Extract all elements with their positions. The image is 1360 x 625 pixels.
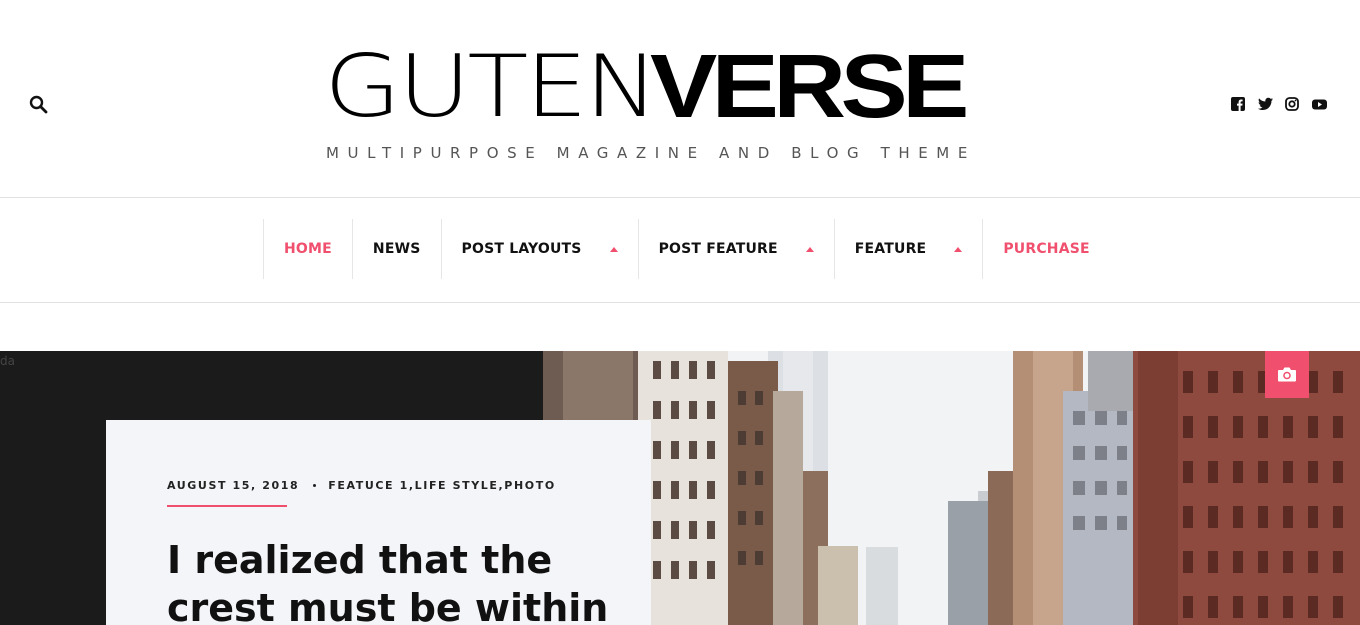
- nav-item-home[interactable]: HOME: [263, 219, 352, 279]
- site-logo[interactable]: GUTEN VERSE MULTIPURPOSE MAGAZINE AND BL…: [324, 37, 976, 166]
- logo-tagline: MULTIPURPOSE MAGAZINE AND BLOG THEME: [326, 144, 976, 162]
- instagram-icon[interactable]: [1285, 97, 1299, 111]
- nav-item-label: PURCHASE: [1003, 241, 1090, 257]
- nav-item-label: NEWS: [372, 241, 421, 257]
- social-links: [1231, 97, 1327, 111]
- post-title[interactable]: I realized that the crest must be within: [167, 536, 627, 625]
- post-date[interactable]: AUGUST 15, 2018: [167, 479, 299, 492]
- nav-menu: HOME NEWS POST LAYOUTS POST FEATURE FEAT…: [263, 219, 1110, 279]
- logo-word-bold: VERSE: [649, 37, 969, 137]
- nav-item-label: POST LAYOUTS: [461, 241, 582, 257]
- search-icon[interactable]: [28, 94, 50, 116]
- featured-post-card: AUGUST 15, 2018 FEATUCE 1,LIFE STYLE,PHO…: [106, 420, 651, 625]
- meta-underline: [167, 505, 287, 507]
- nav-item-news[interactable]: NEWS: [351, 219, 441, 279]
- youtube-icon[interactable]: [1312, 97, 1327, 111]
- post-meta: AUGUST 15, 2018 FEATUCE 1,LIFE STYLE,PHO…: [167, 479, 556, 492]
- nav-item-label: HOME: [284, 241, 332, 257]
- nav-item-purchase[interactable]: PURCHASE: [982, 219, 1109, 279]
- nav-item-feature[interactable]: FEATURE: [833, 219, 983, 279]
- nav-item-label: POST FEATURE: [658, 241, 778, 257]
- logo-wordmark: GUTEN VERSE: [324, 37, 969, 137]
- twitter-icon[interactable]: [1258, 97, 1273, 111]
- caret-up-icon: [805, 246, 814, 252]
- stray-text: da: [0, 354, 15, 368]
- site-header: GUTEN VERSE MULTIPURPOSE MAGAZINE AND BL…: [0, 0, 1360, 198]
- meta-separator: [313, 484, 317, 487]
- logo-word-thin: GUTEN: [324, 37, 659, 137]
- nav-item-post-layouts[interactable]: POST LAYOUTS: [440, 219, 638, 279]
- caret-up-icon: [954, 246, 963, 252]
- main-navigation: HOME NEWS POST LAYOUTS POST FEATURE FEAT…: [0, 198, 1360, 303]
- nav-item-post-feature[interactable]: POST FEATURE: [637, 219, 834, 279]
- caret-up-icon: [609, 246, 618, 252]
- post-categories[interactable]: FEATUCE 1,LIFE STYLE,PHOTO: [328, 479, 556, 492]
- nav-item-label: FEATURE: [854, 241, 927, 257]
- camera-icon[interactable]: [1265, 351, 1309, 398]
- hero-image[interactable]: [543, 351, 1360, 625]
- facebook-icon[interactable]: [1231, 97, 1245, 111]
